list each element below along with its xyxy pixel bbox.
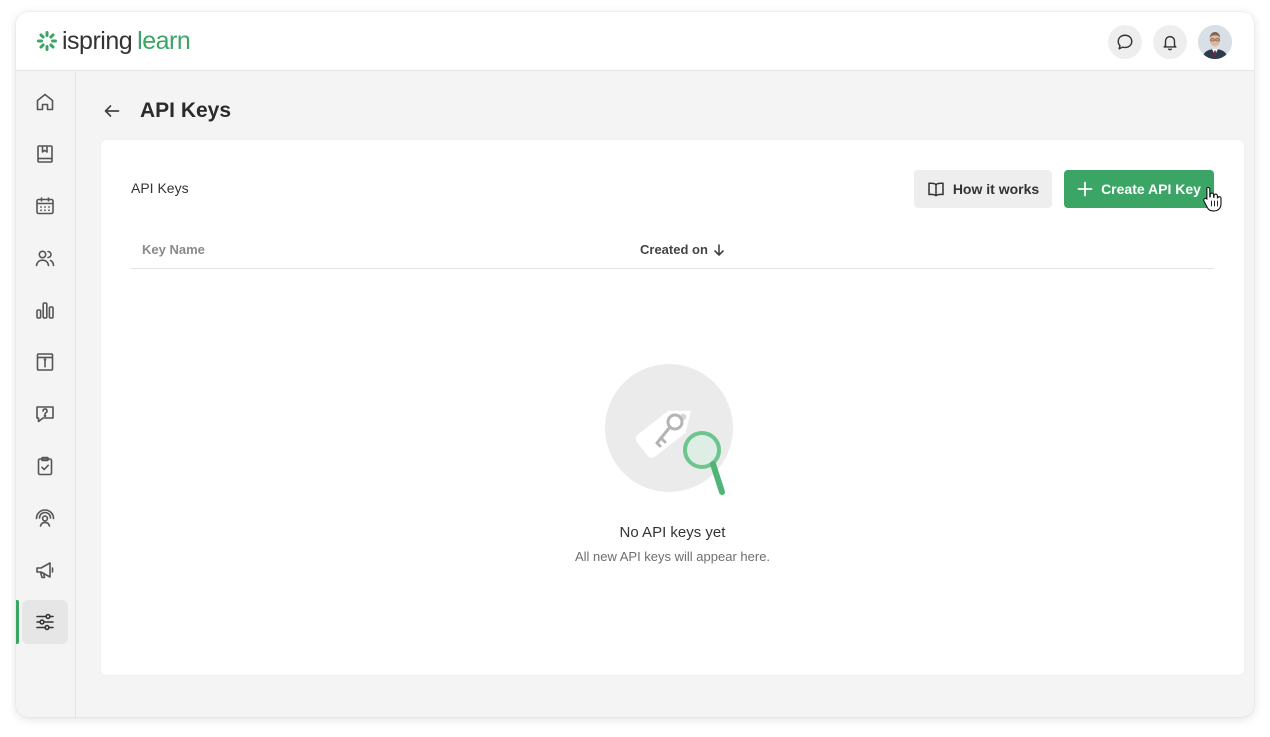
chat-icon [1117, 34, 1133, 50]
top-bar: ispring learn [16, 12, 1254, 71]
sidebar-item-settings[interactable] [22, 600, 68, 644]
hand-cursor-icon [1203, 186, 1222, 212]
logo-word-ispring: ispring [62, 27, 133, 55]
sidebar-item-meetings[interactable] [22, 496, 68, 540]
how-it-works-button[interactable]: How it works [914, 170, 1052, 208]
column-key-name[interactable]: Key Name [142, 242, 205, 257]
sidebar-item-faq[interactable] [22, 392, 68, 436]
create-api-key-button[interactable]: Create API Key [1064, 170, 1214, 208]
bar-chart-icon [36, 302, 54, 319]
messages-button[interactable] [1108, 25, 1142, 59]
book-icon [37, 145, 53, 163]
sidebar-item-info[interactable] [22, 340, 68, 384]
sidebar-item-calendar[interactable] [22, 184, 68, 228]
top-actions [1097, 25, 1232, 59]
users-icon [35, 250, 55, 267]
sidebar-item-home[interactable] [22, 80, 68, 124]
sidebar-item-announcements[interactable] [22, 548, 68, 592]
arrow-left-icon [104, 105, 120, 117]
logo-text: ispring learn [62, 26, 191, 56]
sidebar-item-users[interactable] [22, 236, 68, 280]
info-box-icon [36, 353, 54, 371]
page-header: API Keys [100, 96, 231, 126]
user-avatar[interactable] [1198, 25, 1232, 59]
table-header: Key Name Created on [131, 232, 1214, 269]
clipboard-check-icon [37, 456, 53, 476]
column-created-on-label: Created on [640, 242, 708, 257]
open-book-icon [928, 182, 944, 197]
card-title: API Keys [131, 180, 189, 196]
megaphone-icon [36, 562, 54, 579]
empty-state-title: No API keys yet [619, 524, 726, 541]
key-search-illustration-icon [604, 364, 733, 495]
question-chat-icon [36, 406, 54, 423]
bell-icon [1163, 35, 1177, 51]
back-button[interactable] [100, 99, 124, 123]
sidebar-item-assignments[interactable] [22, 444, 68, 488]
create-api-key-label: Create API Key [1101, 181, 1201, 197]
active-nav-indicator [16, 600, 19, 644]
page-title: API Keys [140, 99, 232, 122]
api-keys-card: API Keys How it works Create API Key Key… [101, 140, 1244, 675]
sliders-icon [36, 613, 54, 631]
how-it-works-label: How it works [952, 181, 1040, 197]
app-logo[interactable]: ispring learn [36, 26, 191, 56]
sort-arrow-down-icon [714, 243, 724, 256]
column-created-on[interactable]: Created on [640, 242, 726, 257]
empty-state: No API keys yet All new API keys will ap… [101, 364, 1244, 564]
logo-word-learn: learn [137, 27, 191, 55]
sidebar-item-reports[interactable] [22, 288, 68, 332]
calendar-icon [36, 197, 54, 215]
user-signal-icon [35, 509, 55, 527]
notifications-button[interactable] [1153, 25, 1187, 59]
user-photo-icon [1198, 25, 1232, 59]
plus-icon [1077, 181, 1093, 197]
empty-state-subtitle: All new API keys will appear here. [574, 549, 771, 564]
app-window: ispring learn API Keys API Keys How it w… [16, 12, 1254, 717]
sidebar-nav [16, 72, 76, 717]
sidebar-item-content[interactable] [22, 132, 68, 176]
logo-mark-icon [37, 31, 57, 51]
home-icon [36, 93, 54, 111]
